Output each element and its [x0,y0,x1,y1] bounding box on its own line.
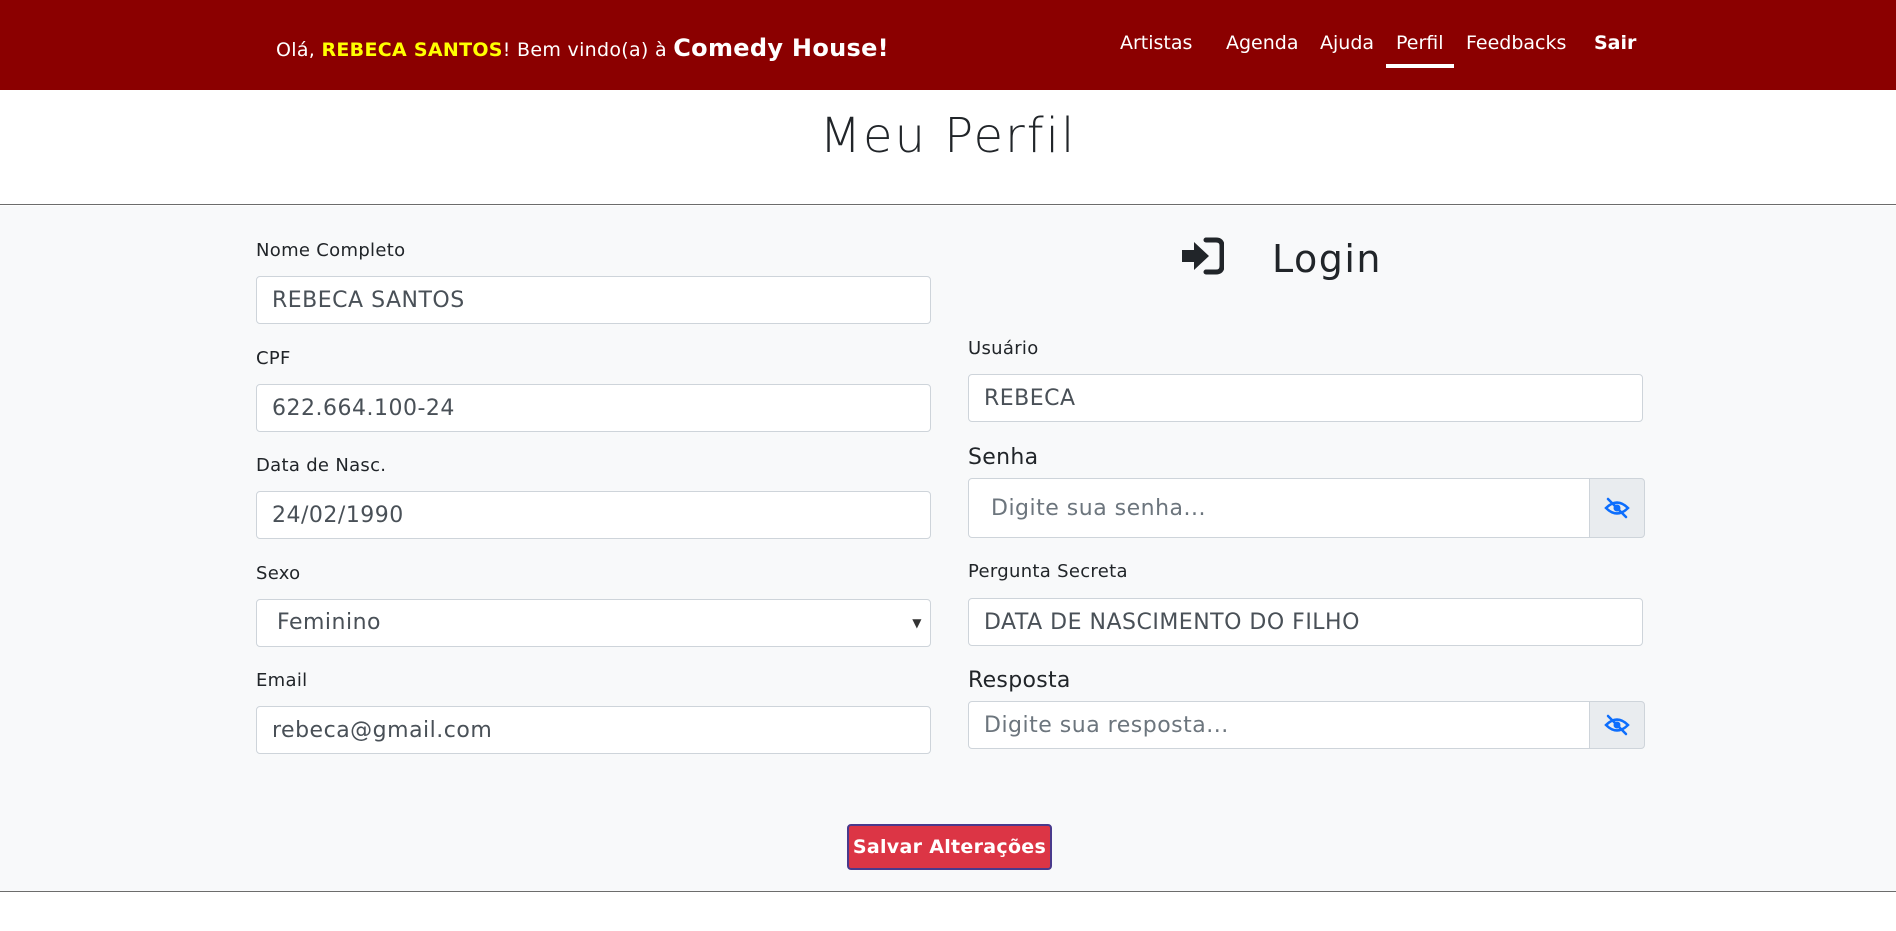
email-input[interactable] [256,706,931,754]
sexo-selected-value: Feminino [277,610,381,635]
nome-input[interactable] [256,276,931,324]
brand-name: Comedy House! [673,34,889,62]
user-name: REBECA SANTOS [321,39,503,61]
toggle-resposta-button[interactable] [1589,701,1645,749]
nav-link-artistas[interactable]: Artistas [1120,28,1192,68]
cpf-input[interactable] [256,384,931,432]
nav-link-agenda[interactable]: Agenda [1226,28,1299,68]
page-title: Meu Perfil [819,108,1077,164]
nasc-label: Data de Nasc. [256,455,387,476]
sign-in-icon [1180,237,1225,287]
senha-input[interactable] [968,478,1590,538]
resposta-label: Resposta [968,668,1071,693]
greeting-prefix: Olá, [276,39,322,61]
eye-slash-icon [1604,714,1630,736]
pergunta-label: Pergunta Secreta [968,561,1128,582]
nasc-input[interactable] [256,491,931,539]
cpf-label: CPF [256,348,291,369]
usuario-label: Usuário [968,338,1039,359]
sexo-label: Sexo [256,563,301,584]
resposta-input[interactable] [968,701,1590,749]
sexo-select[interactable]: Feminino ▼ [256,599,931,647]
navbar: Olá, REBECA SANTOS! Bem vindo(a) à Comed… [0,0,1896,90]
title-section: Meu Perfil [0,90,1896,205]
caret-down-icon: ▼ [912,616,922,630]
nav-link-feedbacks[interactable]: Feedbacks [1466,28,1566,68]
email-label: Email [256,670,308,691]
nav-link-sair[interactable]: Sair [1594,28,1636,68]
welcome-message: Olá, REBECA SANTOS! Bem vindo(a) à Comed… [276,31,889,65]
pergunta-input[interactable] [968,598,1643,646]
usuario-input[interactable] [968,374,1643,422]
senha-label: Senha [968,445,1039,470]
eye-slash-icon [1604,497,1630,519]
nav-link-ajuda[interactable]: Ajuda [1320,28,1374,68]
login-title: Login [1272,237,1383,281]
nav-link-perfil[interactable]: Perfil [1386,28,1453,68]
save-changes-button[interactable]: Salvar Alterações [847,824,1052,870]
toggle-senha-button[interactable] [1589,478,1645,538]
nome-label: Nome Completo [256,240,406,261]
greeting-mid: ! Bem vindo(a) à [502,39,674,61]
